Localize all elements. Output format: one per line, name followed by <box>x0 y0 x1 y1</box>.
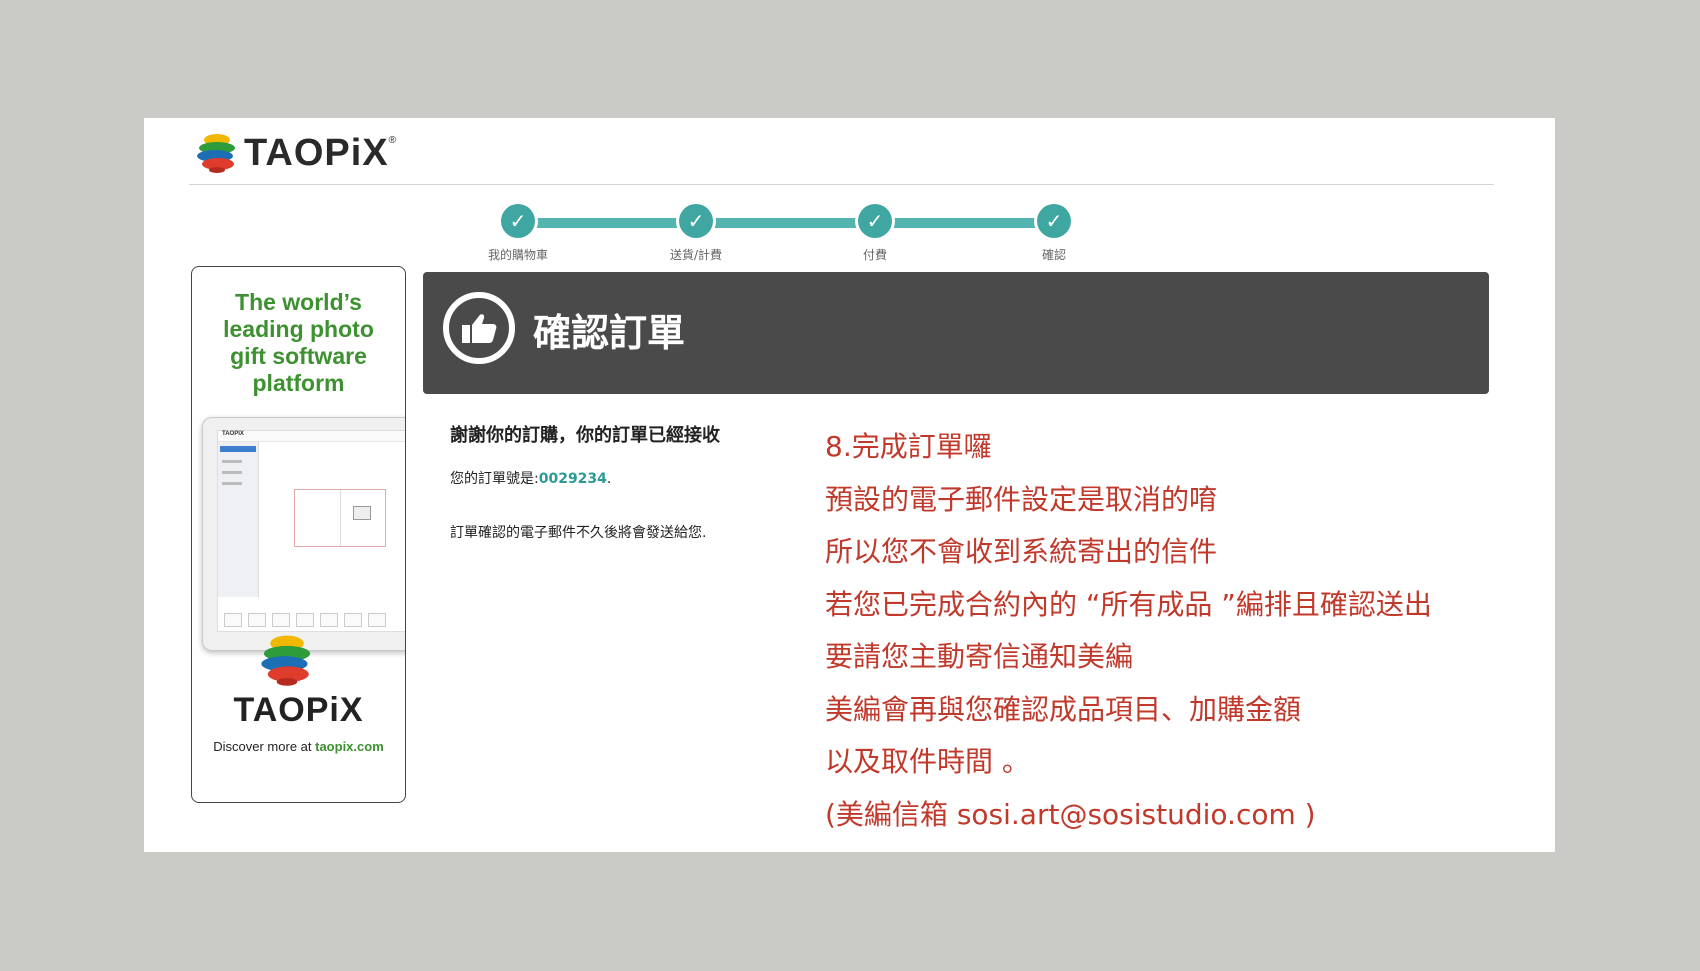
step-payment[interactable]: ✓ 付費 <box>805 202 945 263</box>
annotation-line: 8.完成訂單囉 <box>825 430 992 463</box>
header-divider <box>189 184 1494 185</box>
step-cart[interactable]: ✓ 我的購物車 <box>448 202 588 263</box>
ad-brand-name: TAOPiX <box>233 691 364 729</box>
step-label: 確認 <box>1041 248 1066 262</box>
check-icon: ✓ <box>1037 204 1071 238</box>
taopix-link[interactable]: taopix.com <box>315 739 384 754</box>
tablet-sidebar <box>218 442 259 597</box>
page-card: TAOPiX® ✓ 我的購物車 ✓ 送貨/計費 ✓ 付費 ✓ 確認 The wo… <box>144 118 1555 852</box>
tablet-screen: TAOPIX <box>217 430 405 632</box>
annotation-line: 以及取件時間 。 <box>825 745 1030 778</box>
tablet-page-strip <box>218 613 405 627</box>
annotation-line: 若您已完成合約內的 “所有成品 ”編排且確認送出 <box>825 587 1432 621</box>
annotation-line: 美編會再與您確認成品項目、加購金額 <box>825 692 1302 726</box>
taopix-logo[interactable]: TAOPiX® <box>196 130 397 176</box>
check-icon: ✓ <box>679 204 713 238</box>
ad-tagline: The world’s leading photo gift software … <box>223 289 374 396</box>
tablet-book-page <box>294 489 386 547</box>
annotation-line: 所以您不會收到系統寄出的信件 <box>825 535 1218 568</box>
ad-discover-text: Discover more at taopix.com <box>213 739 384 754</box>
order-number-line: 您的訂單號是:0029234. <box>450 471 612 487</box>
check-icon: ✓ <box>858 204 892 238</box>
taopix-ball-icon <box>261 635 311 686</box>
banner-title: 確認訂單 <box>533 311 686 355</box>
annotation-line: 要請您主動寄信通知美編 <box>825 640 1134 673</box>
annotation-line: (美編信箱 sosi.art@sosistudio.com ) <box>825 797 1316 831</box>
order-number: 0029234 <box>538 471 607 487</box>
taopix-ad-banner[interactable]: The world’s leading photo gift software … <box>191 266 406 803</box>
step-label: 我的購物車 <box>487 248 548 262</box>
annotation-line: 預設的電子郵件設定是取消的唷 <box>825 482 1218 516</box>
email-note: 訂單確認的電子郵件不久後將會發送給您. <box>450 525 707 541</box>
thumbs-up-icon <box>443 292 515 364</box>
confirm-order-banner: 確認訂單 <box>423 272 1489 394</box>
checkout-progress: ✓ 我的購物車 ✓ 送貨/計費 ✓ 付費 ✓ 確認 <box>144 202 1555 272</box>
step-label: 送貨/計費 <box>669 248 723 262</box>
step-label: 付費 <box>862 248 887 262</box>
tablet-app-logo: TAOPIX <box>218 431 405 442</box>
progress-track <box>526 218 1054 228</box>
brand-name: TAOPiX® <box>244 132 398 174</box>
step-confirm[interactable]: ✓ 確認 <box>984 202 1124 263</box>
annotation-text: 8.完成訂單囉 預設的電子郵件設定是取消的唷 所以您不會收到系統寄出的信件 若您… <box>825 421 1545 841</box>
step-shipping[interactable]: ✓ 送貨/計費 <box>626 202 766 263</box>
check-icon: ✓ <box>501 204 535 238</box>
thank-you-heading: 謝謝你的訂購，你的訂單已經接收 <box>450 425 720 446</box>
image-placeholder-icon <box>353 506 371 520</box>
tablet-mockup: TAOPIX <box>202 417 405 651</box>
taopix-ball-icon <box>197 134 235 173</box>
